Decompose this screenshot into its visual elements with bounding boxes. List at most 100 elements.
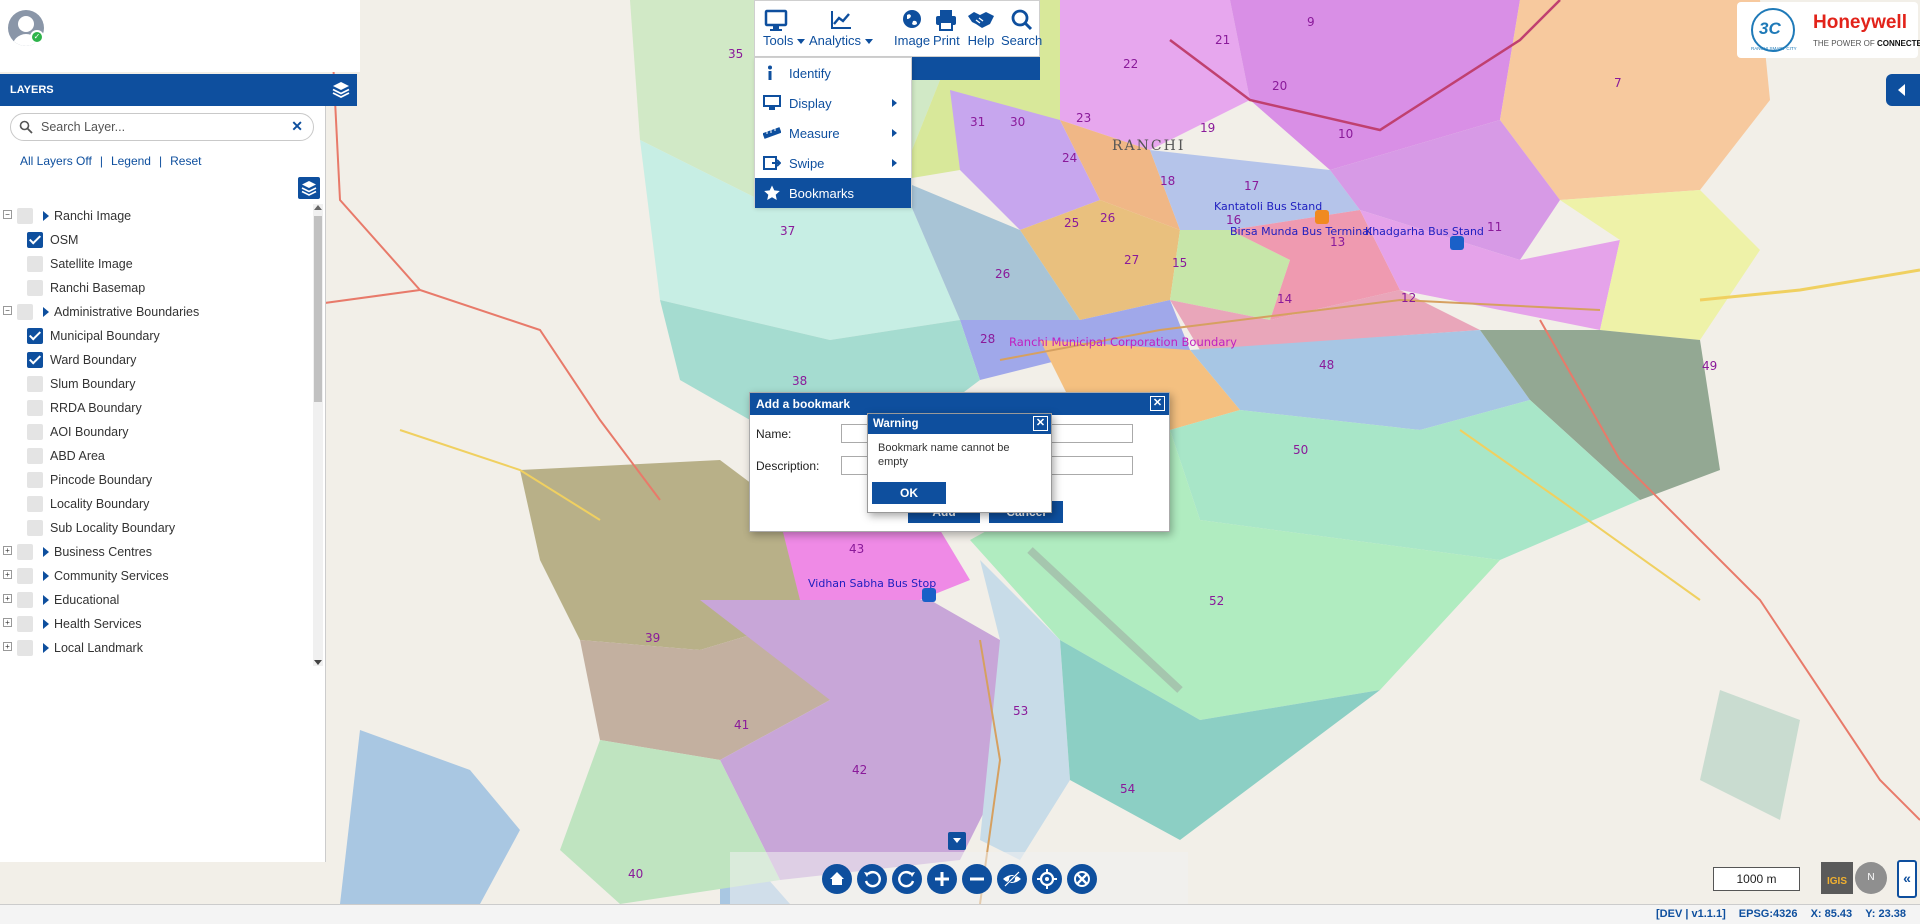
layer-label: ABD Area xyxy=(50,449,105,463)
layer-checkbox[interactable] xyxy=(27,400,43,416)
expand-icon[interactable]: + xyxy=(3,642,12,651)
layer-group-row[interactable]: + Business Centres xyxy=(0,540,314,564)
collapse-icon[interactable]: − xyxy=(3,210,12,219)
caret-right-icon xyxy=(43,595,49,605)
layer-search-input[interactable] xyxy=(41,118,281,136)
layer-checkbox[interactable] xyxy=(17,592,33,608)
close-icon[interactable]: ✕ xyxy=(1033,416,1048,431)
layer-tree-scrollbar[interactable] xyxy=(313,204,323,666)
menu-item-swipe[interactable]: Swipe xyxy=(755,148,911,178)
print-button[interactable]: Print xyxy=(933,7,960,48)
layer-checkbox[interactable] xyxy=(27,520,43,536)
layer-row[interactable]: Slum Boundary xyxy=(0,372,314,396)
legend-link[interactable]: Legend xyxy=(111,154,151,168)
expand-icon[interactable]: + xyxy=(3,618,12,627)
zoom-out-icon xyxy=(970,877,984,881)
layer-row[interactable]: Satellite Image xyxy=(0,252,314,276)
layer-label: Ranchi Basemap xyxy=(50,281,146,295)
main-toolbar: Tools Analytics Image Print Help Search xyxy=(754,0,1042,57)
menu-item-identify[interactable]: Identify xyxy=(755,58,911,88)
home-button[interactable] xyxy=(822,864,852,894)
layer-group-row[interactable]: + Educational xyxy=(0,588,314,612)
expand-icon[interactable]: + xyxy=(3,594,12,603)
expand-icon[interactable]: + xyxy=(3,546,12,555)
close-icon[interactable]: ✕ xyxy=(1150,396,1165,411)
ok-button[interactable]: OK xyxy=(872,482,946,504)
collapse-icon[interactable]: − xyxy=(3,306,12,315)
layer-checkbox[interactable] xyxy=(27,280,43,296)
layer-checkbox[interactable] xyxy=(27,448,43,464)
tools-menu-button[interactable]: Tools xyxy=(763,7,806,48)
status-bar: [DEV | v1.1.1] EPSG:4326 X: 85.43 Y: 23.… xyxy=(0,904,1920,924)
menu-item-bookmarks[interactable]: Bookmarks xyxy=(755,178,911,208)
layer-row[interactable]: Ranchi Basemap xyxy=(0,276,314,300)
layer-group-row[interactable]: − Administrative Boundaries xyxy=(0,300,314,324)
search-button[interactable]: Search xyxy=(1001,7,1042,48)
layer-row[interactable]: AOI Boundary xyxy=(0,420,314,444)
layer-checkbox[interactable] xyxy=(27,328,43,344)
layer-checkbox[interactable] xyxy=(27,424,43,440)
layer-checkbox[interactable] xyxy=(17,544,33,560)
search-icon xyxy=(19,120,33,134)
layer-row[interactable]: ABD Area xyxy=(0,444,314,468)
layer-row[interactable]: Municipal Boundary xyxy=(0,324,314,348)
tools-dropdown-menu: Identify Display Measure Swipe Bookmarks xyxy=(754,57,912,208)
layer-checkbox[interactable] xyxy=(17,208,33,224)
collapse-panel-button[interactable]: « xyxy=(1897,860,1917,898)
layers-stack-icon[interactable] xyxy=(331,80,351,100)
layer-group-row[interactable]: + Community Services xyxy=(0,564,314,588)
warning-header: Warning ✕ xyxy=(868,414,1051,434)
layer-checkbox[interactable] xyxy=(17,616,33,632)
menu-label: Identify xyxy=(789,66,831,81)
warning-dialog: Warning ✕ Bookmark name cannot be empty … xyxy=(867,413,1052,513)
zoom-out-button[interactable] xyxy=(962,864,992,894)
nav-bar-toggle[interactable] xyxy=(948,832,966,850)
svg-text:15: 15 xyxy=(1172,256,1187,270)
clear-button[interactable] xyxy=(1067,864,1097,894)
all-layers-off-link[interactable]: All Layers Off xyxy=(20,154,92,168)
layer-checkbox[interactable] xyxy=(27,496,43,512)
locate-button[interactable] xyxy=(1032,864,1062,894)
redo-button[interactable] xyxy=(892,864,922,894)
layer-row[interactable]: Locality Boundary xyxy=(0,492,314,516)
print-label: Print xyxy=(933,33,960,48)
reset-link[interactable]: Reset xyxy=(170,154,201,168)
svg-text:23: 23 xyxy=(1076,111,1091,125)
layers-config-icon xyxy=(301,181,317,196)
layer-checkbox[interactable] xyxy=(27,232,43,248)
analytics-menu-button[interactable]: Analytics xyxy=(809,7,874,48)
globe-icon xyxy=(903,10,922,28)
layer-row[interactable]: RRDA Boundary xyxy=(0,396,314,420)
layer-group-row[interactable]: + Local Landmark xyxy=(0,636,314,660)
north-arrow-icon[interactable]: N xyxy=(1855,862,1887,894)
image-button[interactable]: Image xyxy=(894,7,930,48)
layer-group-row[interactable]: + Health Services xyxy=(0,612,314,636)
layer-row[interactable]: OSM xyxy=(0,228,314,252)
layer-row[interactable]: Pincode Boundary xyxy=(0,468,314,492)
hide-icon xyxy=(1003,871,1021,887)
menu-label: Display xyxy=(789,96,832,111)
layer-group-row[interactable]: − Ranchi Image xyxy=(0,204,314,228)
layer-checkbox[interactable] xyxy=(17,568,33,584)
hide-button[interactable] xyxy=(997,864,1027,894)
city-label: RANCHI xyxy=(1112,138,1185,154)
layer-label: Locality Boundary xyxy=(50,497,150,511)
layer-row[interactable]: Ward Boundary xyxy=(0,348,314,372)
layer-checkbox[interactable] xyxy=(17,640,33,656)
zoom-in-button[interactable] xyxy=(927,864,957,894)
clear-search-icon[interactable]: ✕ xyxy=(291,118,303,135)
right-panel-toggle[interactable] xyxy=(1886,74,1920,106)
layer-checkbox[interactable] xyxy=(27,376,43,392)
toolbar-strip xyxy=(911,57,1040,80)
layer-checkbox[interactable] xyxy=(27,472,43,488)
layer-row[interactable]: Sub Locality Boundary xyxy=(0,516,314,540)
layer-checkbox[interactable] xyxy=(17,304,33,320)
layer-tools-button[interactable] xyxy=(298,177,320,199)
layer-checkbox[interactable] xyxy=(27,256,43,272)
undo-button[interactable] xyxy=(857,864,887,894)
layer-checkbox[interactable] xyxy=(27,352,43,368)
expand-icon[interactable]: + xyxy=(3,570,12,579)
help-button[interactable]: Help xyxy=(966,7,996,48)
menu-item-measure[interactable]: Measure xyxy=(755,118,911,148)
menu-item-display[interactable]: Display xyxy=(755,88,911,118)
